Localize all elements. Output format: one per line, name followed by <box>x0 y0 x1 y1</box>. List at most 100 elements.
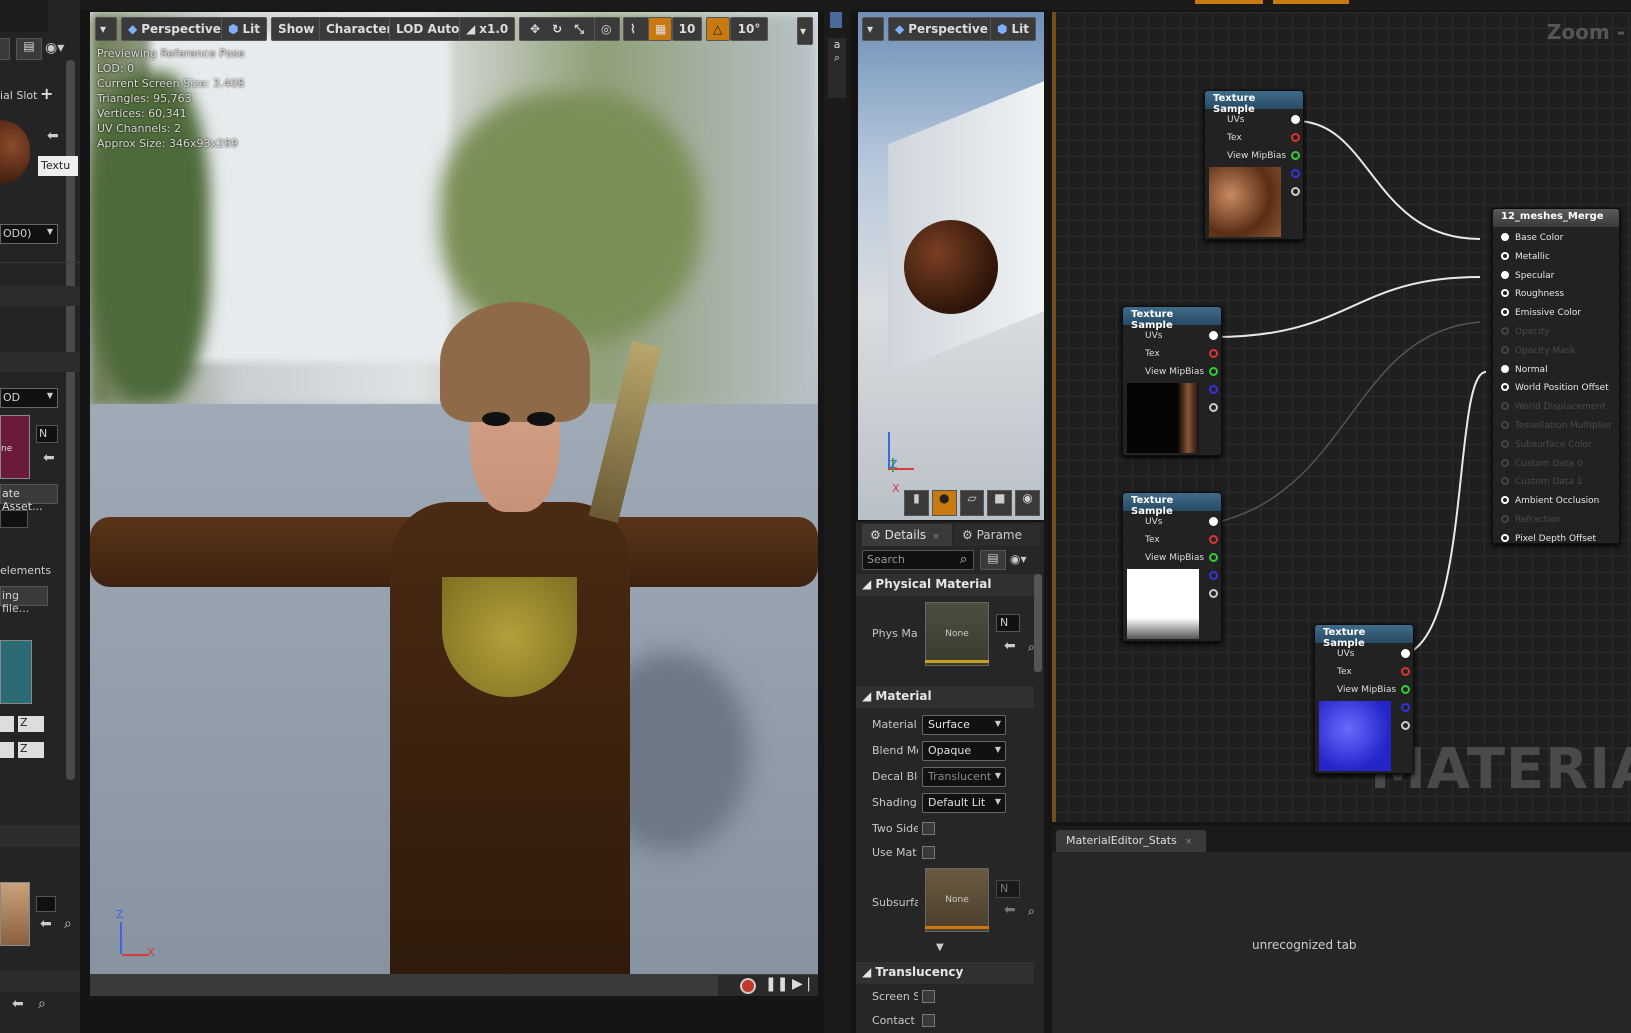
lod-button[interactable]: LOD Auto <box>389 17 467 41</box>
lod-combo[interactable]: OD0) ▼ <box>0 224 58 244</box>
output-g-pin[interactable] <box>1291 151 1300 160</box>
small-combo[interactable] <box>0 510 28 528</box>
viewport-options-button[interactable]: ▾ <box>95 17 117 41</box>
step-forward-button[interactable]: ▶❘ <box>792 976 815 992</box>
scale-icon[interactable]: ⤡ <box>574 22 584 37</box>
phys-mat-thumbnail[interactable]: None <box>925 602 989 666</box>
texture-field[interactable]: Textu <box>38 156 78 176</box>
record-button[interactable] <box>740 978 756 994</box>
list-view-icon[interactable]: ▤ <box>16 38 42 60</box>
n-combo[interactable]: N <box>36 425 58 443</box>
filter-button[interactable] <box>0 38 10 60</box>
expand-advanced-icon[interactable]: ▼ <box>936 942 944 953</box>
viewport-maximize-button[interactable]: ▾ <box>797 17 813 45</box>
result-input-pin[interactable]: Roughness <box>1501 289 1564 299</box>
use-selected-arrow-icon[interactable]: ⬅ <box>43 450 55 466</box>
active-tab-indicator[interactable] <box>1273 0 1349 4</box>
result-input-pin[interactable]: Refraction <box>1501 515 1561 525</box>
output-a-pin[interactable] <box>1291 187 1300 196</box>
browse-icon[interactable]: ⌕ <box>1028 904 1035 919</box>
character-button[interactable]: Character <box>319 17 400 41</box>
output-r-pin[interactable] <box>1291 133 1300 142</box>
output-a-pin[interactable] <box>1209 403 1218 412</box>
camera-speed-button[interactable]: ◢ x1.0 <box>459 17 516 41</box>
angle-snap-toggle[interactable]: △ <box>706 17 730 41</box>
browse-icon[interactable]: ⌕ <box>38 996 46 1012</box>
result-input-pin[interactable]: World Displacement <box>1501 402 1606 412</box>
tab-material-editor-stats[interactable]: MaterialEditor_Stats × <box>1056 830 1206 852</box>
cylinder-shape-button[interactable]: ▮ <box>904 490 929 516</box>
use-selected-arrow-icon[interactable]: ⬅ <box>40 916 52 932</box>
surface-snap-button[interactable]: ⌇ <box>623 17 649 41</box>
use-material-attributes-checkbox[interactable] <box>922 846 935 859</box>
preview-perspective-button[interactable]: ◆ Perspective <box>888 17 995 41</box>
output-r-pin[interactable] <box>1209 535 1218 544</box>
result-input-pin[interactable]: Specular <box>1501 270 1554 281</box>
texture-sample-node[interactable]: Texture Sample UVs Tex View MipBias <box>1122 306 1222 456</box>
texture-sample-node[interactable]: Texture Sample UVs Tex View MipBias <box>1204 90 1304 240</box>
rotate-icon[interactable]: ↻ <box>552 22 562 36</box>
timeline-scrubber[interactable] <box>90 974 718 996</box>
pose-thumbnail[interactable] <box>0 882 30 946</box>
texture-sample-node[interactable]: Texture Sample UVs Tex View MipBias <box>1122 492 1222 642</box>
preview-lit-button[interactable]: ⬢ Lit <box>990 17 1036 41</box>
panel-splitter[interactable] <box>824 0 850 1033</box>
use-selected-arrow-icon[interactable]: ⬅ <box>47 128 59 144</box>
result-input-pin[interactable]: Normal <box>1501 364 1548 375</box>
shading-model-combo[interactable]: Default Lit <box>922 793 1006 813</box>
perspective-button[interactable]: ◆ Perspective <box>121 17 228 41</box>
mesh-shape-button[interactable]: ◉ <box>1015 490 1040 516</box>
preview-options-button[interactable]: ▾ <box>862 17 884 41</box>
section-physical-material[interactable]: ◢ Physical Material <box>856 574 1034 596</box>
output-r-pin[interactable] <box>1209 349 1218 358</box>
skeletal-mesh-viewport[interactable]: Previewing Reference Pose LOD: 0 Current… <box>90 12 818 996</box>
output-a-pin[interactable] <box>1401 721 1410 730</box>
transform-tools[interactable]: ✥ ↻ ⤡ <box>519 17 595 41</box>
output-g-pin[interactable] <box>1401 685 1410 694</box>
material-preview-viewport[interactable]: Z X ▮ ● ▱ ■ ◉ <box>858 12 1044 520</box>
material-domain-combo[interactable]: Surface <box>922 715 1006 735</box>
result-input-pin[interactable]: Subsurface Color <box>1501 439 1592 450</box>
panel-tab-icon[interactable] <box>830 12 842 28</box>
output-b-pin[interactable] <box>1209 385 1218 394</box>
contact-shadows-checkbox[interactable] <box>922 1014 935 1027</box>
result-input-pin[interactable]: Opacity <box>1501 327 1550 337</box>
list-view-icon[interactable]: ▤ <box>980 550 1006 570</box>
visibility-eye-icon[interactable]: ◉▾ <box>1010 552 1027 566</box>
result-input-pin[interactable]: Custom Data 1 <box>1501 477 1582 487</box>
output-rgb-pin[interactable] <box>1209 517 1218 526</box>
swatch-thumbnail[interactable]: ne <box>0 415 30 479</box>
skeleton-thumbnail[interactable] <box>0 640 32 704</box>
plane-shape-button[interactable]: ▱ <box>959 490 985 516</box>
grid-snap-toggle[interactable]: ▦ <box>648 17 672 41</box>
result-input-pin[interactable]: Ambient Occlusion <box>1501 496 1599 506</box>
search-input[interactable]: Search <box>862 550 974 570</box>
phys-mat-combo[interactable]: N <box>996 614 1020 632</box>
tab-parameters[interactable]: ⚙ Parame <box>954 524 1040 546</box>
subsurface-combo[interactable]: N <box>996 880 1020 898</box>
result-input-pin[interactable]: Tessellation Multiplier <box>1501 421 1612 431</box>
output-g-pin[interactable] <box>1209 553 1218 562</box>
section-translucency[interactable]: ◢ Translucency <box>856 962 1034 984</box>
tab-details[interactable]: ⚙ Details × <box>862 524 952 546</box>
browse-icon[interactable]: ⌕ <box>1028 640 1035 655</box>
blend-mode-combo[interactable]: Opaque <box>922 741 1006 761</box>
texture-sample-node[interactable]: Texture Sample UVs Tex View MipBias <box>1314 624 1414 774</box>
use-selected-arrow-icon[interactable]: ⬅ <box>12 996 24 1012</box>
translate-icon[interactable]: ✥ <box>530 22 540 36</box>
result-input-pin[interactable]: Emissive Color <box>1501 308 1581 318</box>
details-scrollbar[interactable] <box>1034 574 1042 672</box>
result-input-pin[interactable]: Custom Data 0 <box>1501 458 1582 469</box>
section-material[interactable]: ◢ Material <box>856 686 1034 708</box>
decal-blend-combo[interactable]: Translucent <box>922 767 1006 787</box>
result-input-pin[interactable]: Pixel Depth Offset <box>1501 533 1596 544</box>
tools-strip[interactable]: a ⌕ <box>828 38 846 98</box>
visibility-eye-icon[interactable]: ◉▾ <box>45 40 64 56</box>
grid-snap-value[interactable]: 10 <box>672 17 702 41</box>
sphere-shape-button[interactable]: ● <box>931 490 957 516</box>
use-selected-arrow-icon[interactable]: ⬅ <box>1004 638 1016 654</box>
pose-combo[interactable] <box>36 896 56 912</box>
output-g-pin[interactable] <box>1209 367 1218 376</box>
browse-icon[interactable]: ⌕ <box>64 916 72 932</box>
material-graph[interactable]: Zoom - MATERIAL Texture Sample UVs Tex V… <box>1052 12 1631 822</box>
